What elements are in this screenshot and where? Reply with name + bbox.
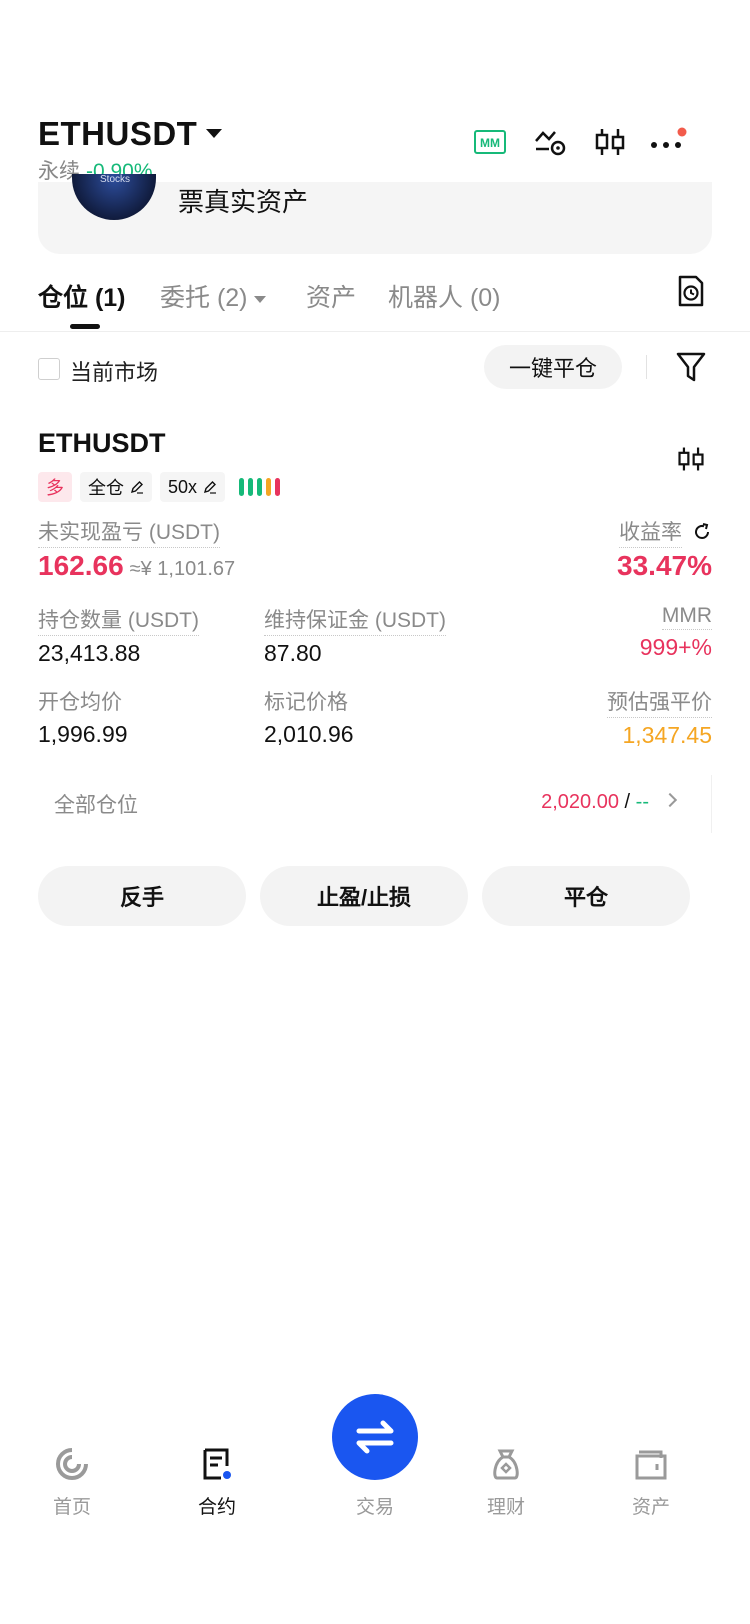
history-icon[interactable] — [676, 274, 706, 313]
mark-price: 标记价格 2,010.96 — [264, 686, 354, 748]
tpsl-button[interactable]: 止盈/止损 — [260, 866, 468, 926]
home-icon — [52, 1444, 92, 1484]
pair-title[interactable]: ETHUSDT — [38, 115, 197, 153]
tpsl-values: 2,020.00 / -- — [541, 791, 649, 814]
entry-price-value: 1,996.99 — [38, 721, 128, 747]
nav-assets[interactable]: 资产 — [601, 1444, 701, 1519]
wallet-icon — [631, 1444, 671, 1484]
divider — [646, 355, 647, 379]
nav-futures[interactable]: 合约 — [167, 1444, 267, 1519]
banner-image: Stocks — [72, 174, 156, 220]
position-size-value: 23,413.88 — [38, 640, 141, 666]
leverage-tag[interactable]: 50x — [160, 472, 226, 502]
unrealized-pnl-label[interactable]: 未实现盈亏 (USDT) — [38, 516, 220, 548]
maintenance-margin-value: 87.80 — [264, 640, 322, 666]
promo-banner[interactable]: Stocks 票真实资产 — [38, 174, 712, 254]
margin-mode-tag[interactable]: 全仓 — [80, 472, 152, 502]
position-tags: 多 全仓 50x — [38, 472, 281, 502]
position-symbol[interactable]: ETHUSDT — [38, 428, 166, 459]
position-size-label[interactable]: 持仓数量 (USDT) — [38, 604, 199, 636]
roe: 收益率 33.47% — [617, 516, 712, 582]
risk-bar — [266, 478, 272, 496]
maintenance-margin-label[interactable]: 维持保证金 (USDT) — [264, 604, 446, 636]
chevron-right-icon — [662, 792, 678, 808]
entry-price-label: 开仓均价 — [38, 691, 122, 714]
maintenance-margin: 维持保证金 (USDT) 87.80 — [264, 604, 446, 667]
nav-trade-label: 交易 — [355, 1497, 394, 1518]
unrealized-pnl: 未实现盈亏 (USDT) 162.66 ≈¥ 1,101.67 — [38, 516, 235, 582]
roe-value: 33.47% — [617, 550, 712, 581]
nav-assets-label: 资产 — [631, 1497, 670, 1518]
mark-price-value: 2,010.96 — [264, 721, 354, 747]
roe-label[interactable]: 收益率 — [619, 516, 682, 548]
nav-earn[interactable]: 理财 — [456, 1444, 556, 1519]
liquidation-price-label[interactable]: 预估强平价 — [607, 686, 712, 718]
tab-assets[interactable]: 资产 — [306, 278, 356, 314]
risk-bar — [239, 478, 245, 496]
risk-bar — [248, 478, 254, 496]
more-icon[interactable] — [648, 125, 688, 159]
position-actions: 反手 止盈/止损 平仓 — [0, 866, 750, 926]
svg-text:MM: MM — [480, 136, 500, 150]
share-icon[interactable] — [692, 522, 712, 542]
unrealized-pnl-value: 162.66 — [38, 550, 124, 581]
nav-home[interactable]: 首页 — [22, 1444, 122, 1519]
liquidation-price-value: 1,347.45 — [622, 722, 712, 748]
take-profit-value: 2,020.00 — [541, 791, 619, 813]
tab-active-indicator — [70, 324, 100, 329]
bottom-nav: 首页 合约 交易 理财 资产 — [0, 1394, 750, 1550]
tab-positions[interactable]: 仓位 (1) — [38, 278, 126, 314]
tpsl-separator: / — [624, 791, 631, 813]
all-positions-label: 全部仓位 — [54, 794, 138, 817]
candlestick-icon[interactable] — [676, 444, 706, 479]
mmr-value: 999+% — [639, 634, 712, 660]
risk-level-indicator — [239, 478, 281, 496]
edit-icon — [130, 481, 143, 494]
earn-icon — [486, 1444, 526, 1484]
tab-orders[interactable]: 委托 (2) — [160, 278, 266, 314]
filter-icon[interactable] — [676, 351, 706, 388]
unrealized-pnl-cny: ≈¥ 1,101.67 — [129, 558, 236, 580]
nav-futures-label: 合约 — [197, 1497, 236, 1518]
all-positions-tpsl[interactable]: 全部仓位 2,020.00 / -- — [38, 775, 712, 833]
futures-icon — [197, 1444, 237, 1484]
mmr: MMR 999+% — [640, 604, 712, 661]
risk-bar — [257, 478, 263, 496]
chevron-down-icon — [253, 295, 266, 303]
risk-bar — [275, 478, 281, 496]
current-market-label[interactable]: 当前市场 — [70, 355, 158, 387]
reverse-button[interactable]: 反手 — [38, 866, 246, 926]
header: ETHUSDT 永续 -0.90% MM — [0, 105, 750, 185]
mmr-label[interactable]: MMR — [661, 604, 712, 630]
nav-trade[interactable]: 交易 — [325, 1444, 425, 1519]
mark-price-label: 标记价格 — [264, 691, 348, 714]
mm-icon[interactable]: MM — [470, 125, 510, 159]
entry-price: 开仓均价 1,996.99 — [38, 686, 128, 748]
current-market-checkbox[interactable] — [38, 358, 60, 380]
pair-dropdown-caret-icon[interactable] — [206, 129, 222, 138]
strategy-icon[interactable] — [530, 125, 570, 159]
tab-bots[interactable]: 机器人 (0) — [388, 278, 501, 314]
nav-home-label: 首页 — [52, 1497, 91, 1518]
edit-icon — [204, 481, 217, 494]
side-badge: 多 — [38, 472, 72, 502]
stop-loss-value: -- — [635, 791, 649, 813]
filter-row: 当前市场 一键平仓 — [0, 345, 750, 395]
liquidation-price: 预估强平价 1,347.45 — [607, 686, 712, 749]
candlestick-icon[interactable] — [590, 125, 630, 159]
banner-text: 票真实资产 — [178, 187, 309, 217]
nav-earn-label: 理财 — [486, 1497, 525, 1518]
position-size: 持仓数量 (USDT) 23,413.88 — [38, 604, 199, 667]
position-tabs: 仓位 (1) 委托 (2) 资产 机器人 (0) — [0, 270, 750, 332]
close-position-button[interactable]: 平仓 — [482, 866, 690, 926]
close-all-button[interactable]: 一键平仓 — [484, 345, 622, 389]
